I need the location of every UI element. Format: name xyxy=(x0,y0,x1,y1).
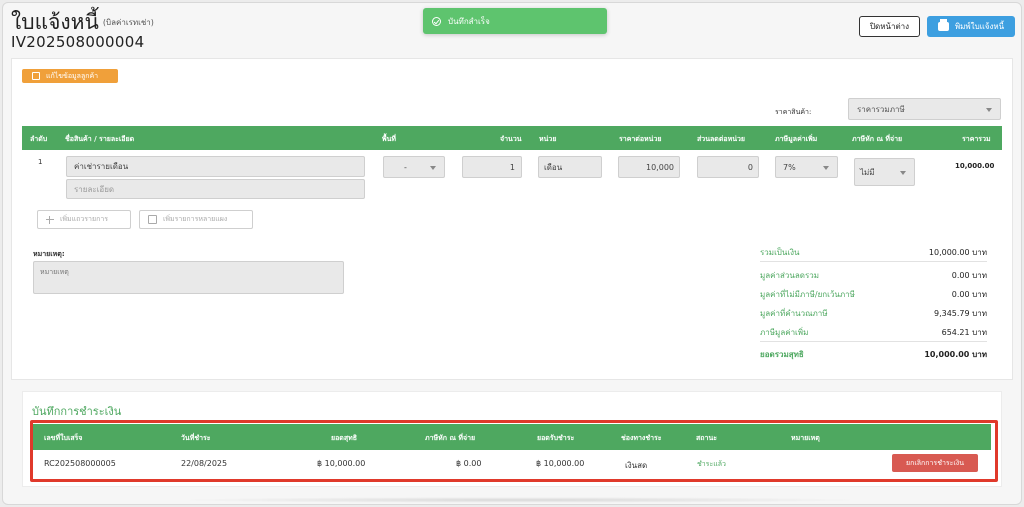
plus-icon xyxy=(46,215,54,224)
success-toast: บันทึกสำเร็จ xyxy=(423,8,607,34)
col-unit-price: ราคาต่อหน่วย xyxy=(619,135,662,143)
print-invoice-button[interactable]: พิมพ์ใบแจ้งหนี้ xyxy=(927,16,1015,37)
payment-date: 22/08/2025 xyxy=(181,459,228,468)
col-unit: หน่วย xyxy=(539,135,557,143)
close-window-button[interactable]: ปิดหน้าต่าง xyxy=(859,16,920,37)
unit-price-input[interactable]: 10,000 xyxy=(618,156,680,178)
col-pay-date: วันที่ชำระ xyxy=(181,434,211,442)
payment-net: ฿ 10,000.00 xyxy=(317,459,366,468)
chevron-down-icon xyxy=(430,166,436,170)
page-title: ใบแจ้งหนี้ (บิลค่าเรทเช่า) xyxy=(11,10,154,34)
item-name-input[interactable]: ค่าเช่ารายเดือน xyxy=(66,156,365,177)
price-type-select[interactable]: ราคารวมภาษี xyxy=(848,98,1001,120)
edit-customer-button[interactable]: แก้ไขข้อมูลลูกค้า xyxy=(22,69,118,83)
add-row-label: เพิ่มแถวรายการ xyxy=(60,215,109,223)
col-received: ยอดรับชำระ xyxy=(537,434,575,442)
qty-input[interactable]: 1 xyxy=(462,156,522,178)
divider xyxy=(760,261,987,262)
vat-select[interactable]: 7% xyxy=(775,156,838,178)
page-shadow xyxy=(170,497,870,503)
payment-received: ฿ 10,000.00 xyxy=(536,459,585,468)
note-textarea[interactable]: หมายเหตุ xyxy=(33,261,344,294)
check-circle-icon xyxy=(432,16,441,26)
payment-wht: ฿ 0.00 xyxy=(456,459,482,468)
col-name: ชื่อสินค้า / รายละเอียด xyxy=(65,135,135,143)
row-total: 10,000.00 xyxy=(955,162,995,170)
add-multiple-label: เพิ่มรายการหลายแผง xyxy=(163,215,228,223)
add-multiple-items-button[interactable]: เพิ่มรายการหลายแผง xyxy=(139,210,253,229)
payment-table-header: เลขที่ใบเสร็จ วันที่ชำระ ยอดสุทธิ ภาษีหั… xyxy=(33,424,991,450)
col-channel: ช่องทางชำระ xyxy=(621,434,662,442)
receipt-number: RC202508000005 xyxy=(44,459,116,468)
wht-select[interactable]: ไม่มี xyxy=(854,158,915,186)
price-type-label: ราคาสินค้า: xyxy=(775,108,812,116)
col-qty: จำนวน xyxy=(500,135,522,143)
col-receipt-no: เลขที่ใบเสร็จ xyxy=(44,434,83,442)
chevron-down-icon xyxy=(986,108,992,112)
printer-icon xyxy=(937,19,949,31)
document-number: IV202508000004 xyxy=(11,33,145,51)
add-multiple-icon xyxy=(148,215,157,224)
summary-grand-total: ยอดรวมสุทธิ 10,000.00 บาท xyxy=(760,350,987,359)
cancel-payment-button[interactable]: ยกเลิกการชำระเงิน xyxy=(892,454,978,472)
chevron-down-icon xyxy=(900,171,906,175)
summary-vat: ภาษีมูลค่าเพิ่ม 654.21 บาท xyxy=(760,328,987,337)
payment-channel: เงินสด xyxy=(625,461,648,470)
col-discount: ส่วนลดต่อหน่วย xyxy=(697,135,746,143)
discount-input[interactable]: 0 xyxy=(697,156,759,178)
summary-non-vat: มูลค่าที่ไม่มีภาษี/ยกเว้นภาษี 0.00 บาท xyxy=(760,290,987,299)
print-invoice-label: พิมพ์ใบแจ้งหนี้ xyxy=(954,22,1005,31)
col-area: พื้นที่ xyxy=(382,135,397,143)
col-status: สถานะ xyxy=(696,434,717,442)
chevron-down-icon xyxy=(823,166,829,170)
col-total: ราคารวม xyxy=(962,135,991,143)
col-pay-wht: ภาษีหัก ณ ที่จ่าย xyxy=(425,434,476,442)
area-select[interactable]: - xyxy=(383,156,445,178)
page-subtitle: (บิลค่าเรทเช่า) xyxy=(102,18,154,27)
row-index: 1 xyxy=(38,158,43,166)
payment-history-title: บันทึกการชำระเงิน xyxy=(32,405,122,418)
unit-input[interactable]: เดือน xyxy=(538,156,602,178)
col-index: ลำดับ xyxy=(30,135,48,143)
summary-vatable: มูลค่าที่คำนวณภาษี 9,345.79 บาท xyxy=(760,309,987,318)
divider xyxy=(760,341,987,342)
toast-message: บันทึกสำเร็จ xyxy=(448,16,490,26)
edit-customer-label: แก้ไขข้อมูลลูกค้า xyxy=(46,71,99,80)
summary-subtotal: รวมเป็นเงิน 10,000.00 บาท xyxy=(760,248,987,257)
items-table-header: ลำดับ ชื่อสินค้า / รายละเอียด พื้นที่ จำ… xyxy=(22,126,1002,150)
item-detail-input[interactable]: รายละเอียด xyxy=(66,179,365,199)
price-type-value: ราคารวมภาษี xyxy=(857,104,905,114)
payment-status: ชำระแล้ว xyxy=(697,460,726,468)
col-net: ยอดสุทธิ xyxy=(331,434,358,442)
add-row-button[interactable]: เพิ่มแถวรายการ xyxy=(37,210,131,229)
note-label: หมายเหตุ: xyxy=(33,250,65,258)
col-pay-note: หมายเหตุ xyxy=(791,434,820,442)
edit-icon xyxy=(32,72,40,80)
summary-discount: มูลค่าส่วนลดรวม 0.00 บาท xyxy=(760,271,987,280)
col-vat: ภาษีมูลค่าเพิ่ม xyxy=(775,135,818,143)
col-wht: ภาษีหัก ณ ที่จ่าย xyxy=(852,135,903,143)
